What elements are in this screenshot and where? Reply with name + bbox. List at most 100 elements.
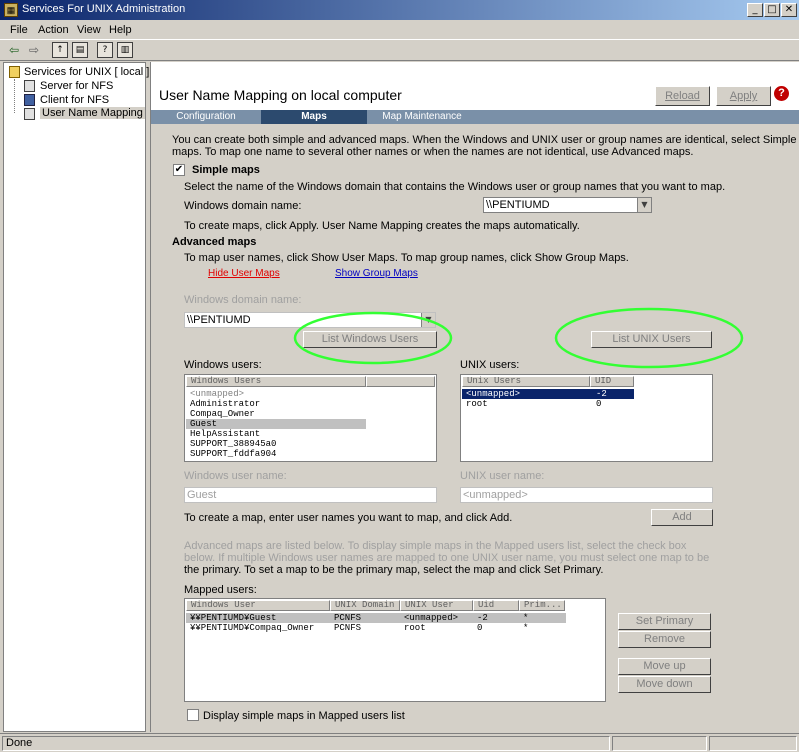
windows-user-name-label: Windows user name:: [184, 470, 287, 482]
unix-user-name-label: UNIX user name:: [460, 470, 545, 482]
uid-header[interactable]: UID: [590, 376, 634, 387]
windows-user-name-input[interactable]: Guest: [184, 487, 437, 503]
list-item-text: SUPPORT_388945a0: [190, 439, 277, 449]
show-tree-icon[interactable]: ▤: [72, 42, 88, 58]
details-pane: User Name Mapping on local computer Relo…: [150, 62, 799, 732]
set-primary-button[interactable]: Set Primary: [618, 613, 711, 630]
create-map-note: To create a map, enter user names you wa…: [184, 512, 513, 524]
maps-panel: You can create both simple and advanced …: [151, 124, 799, 732]
tab-maps[interactable]: Maps: [261, 110, 367, 124]
simple-maps-checkbox[interactable]: ✔: [173, 164, 185, 176]
listed-note-line-1: Advanced maps are listed below. To displ…: [184, 540, 687, 552]
highlight-oval-windows: [293, 311, 453, 365]
unix-user-name-input[interactable]: <unmapped>: [460, 487, 713, 503]
highlight-oval-unix: [554, 307, 744, 369]
page-header: User Name Mapping on local computer Relo…: [151, 62, 799, 110]
table-row-selected[interactable]: ¥¥PENTIUMD¥Guest PCNFS <unmapped> -2 *: [186, 613, 566, 623]
table-row[interactable]: root 0: [462, 399, 634, 409]
console-icon[interactable]: ▥: [117, 42, 133, 58]
advanced-maps-heading: Advanced maps: [172, 236, 257, 248]
unix-users-list[interactable]: Unix Users UID <unmapped> -2 root 0: [460, 374, 713, 462]
tree-line: [14, 79, 16, 113]
maximize-button[interactable]: □: [764, 3, 780, 17]
server-icon: [24, 80, 35, 92]
mapping-icon: [24, 108, 35, 120]
windows-users-label: Windows users:: [184, 359, 262, 371]
up-folder-icon[interactable]: ↑: [52, 42, 68, 58]
table-row[interactable]: ¥¥PENTIUMD¥Compaq_Owner PCNFS root 0 *: [186, 623, 566, 633]
col-windows-user[interactable]: Windows User: [186, 600, 330, 611]
menu-file[interactable]: File: [10, 24, 28, 36]
windows-users-list[interactable]: Windows Users <unmapped> Administrator C…: [184, 374, 437, 462]
display-simple-maps-checkbox[interactable]: [187, 709, 199, 721]
status-panel-3: [709, 736, 797, 751]
uid-cell: 0: [477, 623, 483, 633]
menu-help[interactable]: Help: [109, 24, 132, 36]
status-panel-2: [612, 736, 707, 751]
list-item[interactable]: SUPPORT_fddfa904: [186, 449, 436, 459]
table-row-selected[interactable]: <unmapped> -2: [462, 389, 634, 399]
uid-cell: -2: [477, 613, 488, 623]
highlight-ellipse: [293, 311, 453, 365]
list-header-spacer: [366, 376, 435, 387]
unix-user-cell: root: [466, 399, 488, 409]
windows-users-header[interactable]: Windows Users: [186, 376, 366, 387]
list-item-text: Administrator: [190, 399, 261, 409]
uid-cell: -2: [596, 389, 607, 399]
apply-button[interactable]: Apply: [716, 86, 771, 106]
page-title: User Name Mapping on local computer: [159, 87, 402, 103]
advanced-maps-desc: To map user names, click Show User Maps.…: [184, 252, 629, 264]
help-icon[interactable]: ?: [774, 86, 789, 101]
unix-user-cell: <unmapped>: [466, 389, 521, 399]
close-button[interactable]: ✕: [781, 3, 797, 17]
remove-button[interactable]: Remove: [618, 631, 711, 648]
unix-user-cell: root: [404, 623, 426, 633]
list-item[interactable]: Administrator: [186, 399, 436, 409]
status-text: Done: [2, 736, 610, 751]
advanced-domain-label: Windows domain name:: [184, 294, 302, 306]
client-icon: [24, 94, 35, 106]
list-item[interactable]: <unmapped>: [186, 389, 436, 399]
chevron-down-icon[interactable]: ▼: [637, 198, 651, 212]
col-unix-domain[interactable]: UNIX Domain: [330, 600, 400, 611]
list-item[interactable]: SUPPORT_388945a0: [186, 439, 436, 449]
unix-user-cell: <unmapped>: [404, 613, 459, 623]
tab-map-maintenance[interactable]: Map Maintenance: [369, 110, 475, 124]
hide-user-maps-link[interactable]: Hide User Maps: [208, 268, 280, 279]
menu-action[interactable]: Action: [38, 24, 69, 36]
tree-pane: Services for UNIX [ local ] Server for N…: [3, 62, 149, 732]
tree-item-client-nfs[interactable]: Client for NFS: [40, 94, 109, 106]
minimize-button[interactable]: _: [747, 3, 763, 17]
list-item-text: HelpAssistant: [190, 429, 261, 439]
list-item-text: Compaq_Owner: [190, 409, 255, 419]
unix-users-header[interactable]: Unix Users: [462, 376, 590, 387]
app-icon: ▦: [4, 3, 18, 17]
list-item-selected[interactable]: Guest: [186, 419, 366, 429]
tree-item-server-nfs[interactable]: Server for NFS: [40, 80, 113, 92]
simple-apply-note: To create maps, click Apply. User Name M…: [184, 220, 580, 232]
list-item[interactable]: HelpAssistant: [186, 429, 436, 439]
menu-view[interactable]: View: [77, 24, 101, 36]
tree-item-user-name-mapping[interactable]: User Name Mapping: [40, 107, 145, 119]
move-down-button[interactable]: Move down: [618, 676, 711, 693]
properties-icon[interactable]: ?: [97, 42, 113, 58]
reload-button[interactable]: Reload: [655, 86, 710, 106]
menu-bar: File Action View Help: [0, 20, 799, 39]
intro-line-2: maps. To map one name to several other n…: [172, 146, 694, 158]
add-button[interactable]: Add: [651, 509, 713, 526]
tab-configuration[interactable]: Configuration: [153, 110, 259, 124]
col-primary[interactable]: Prim...: [519, 600, 565, 611]
windows-user-cell: ¥¥PENTIUMD¥Guest: [190, 613, 277, 623]
listed-note-line-2: below. If multiple Windows user names ar…: [184, 552, 710, 564]
mapped-users-table[interactable]: Windows User UNIX Domain UNIX User Uid P…: [184, 598, 606, 702]
move-up-button[interactable]: Move up: [618, 658, 711, 675]
simple-domain-value: \\PENTIUMD: [486, 199, 550, 211]
show-group-maps-link[interactable]: Show Group Maps: [335, 268, 418, 279]
simple-domain-select[interactable]: \\PENTIUMD ▼: [483, 197, 652, 213]
tree-root[interactable]: Services for UNIX [ local ]: [24, 66, 149, 78]
col-uid[interactable]: Uid: [473, 600, 519, 611]
back-arrow-icon[interactable]: ⇦: [6, 42, 22, 58]
forward-arrow-icon[interactable]: ⇨: [26, 42, 42, 58]
col-unix-user[interactable]: UNIX User: [400, 600, 473, 611]
list-item[interactable]: Compaq_Owner: [186, 409, 436, 419]
